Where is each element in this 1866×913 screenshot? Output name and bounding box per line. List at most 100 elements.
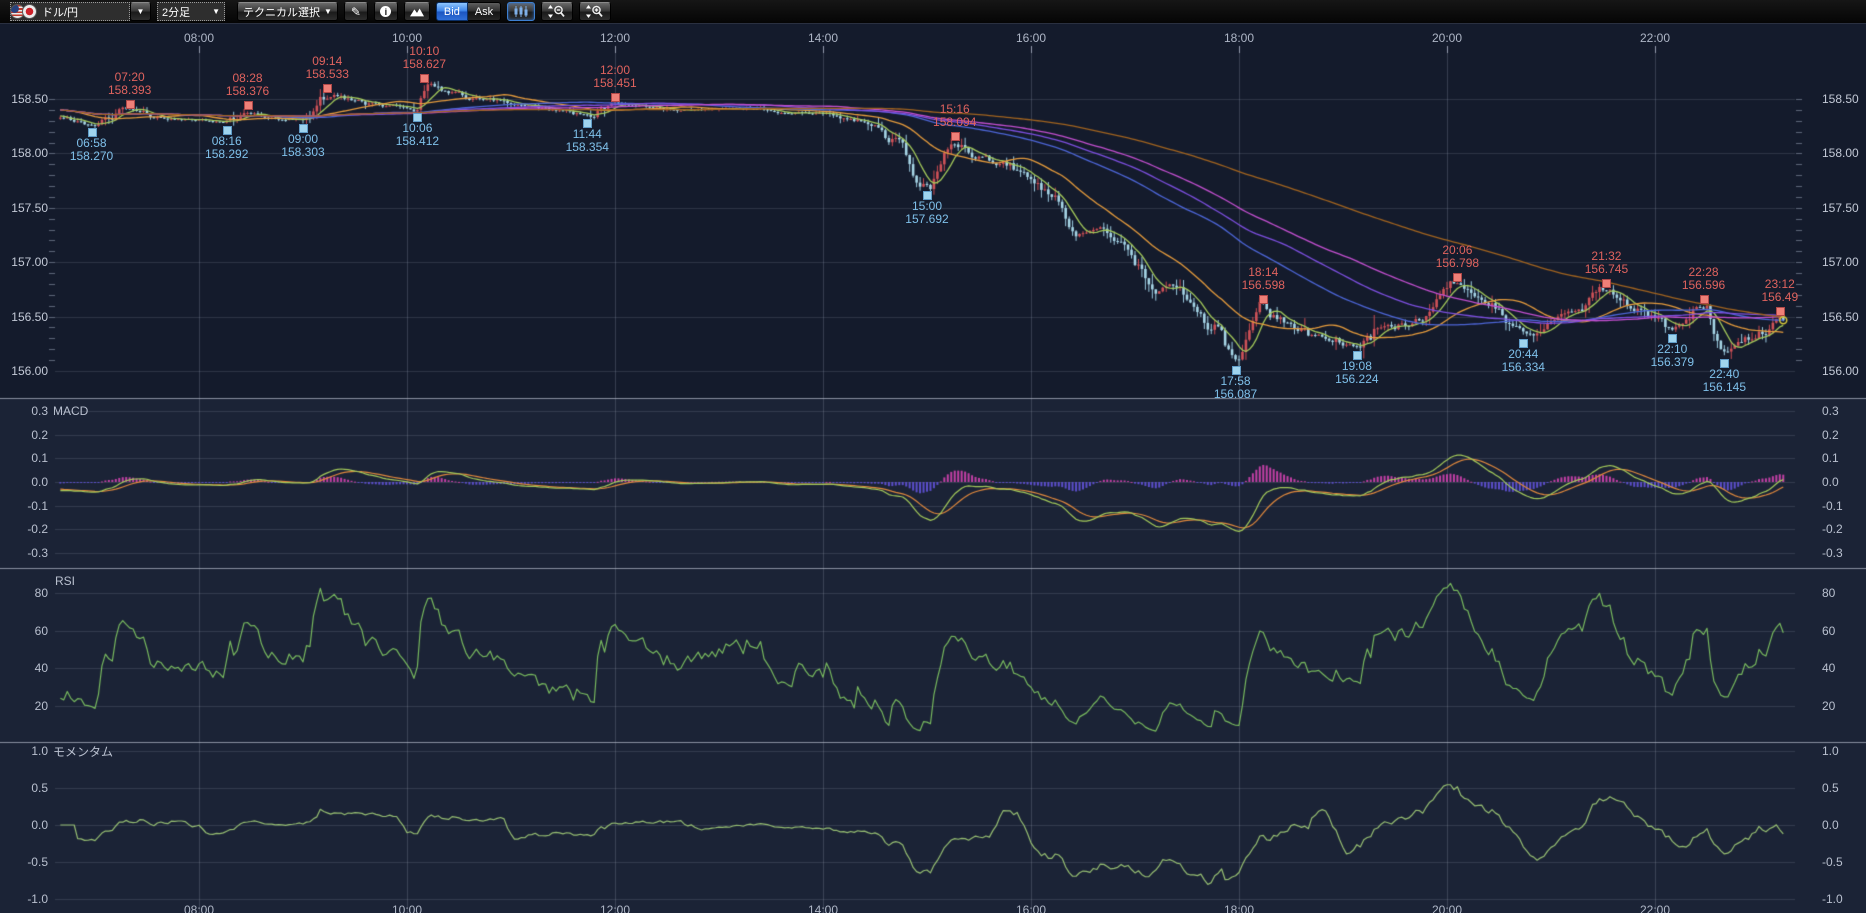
annotation-price: 156.745 <box>1585 263 1628 276</box>
swing-high-marker <box>126 100 135 109</box>
swing-high-annotation: 10:10158.627 <box>403 45 446 71</box>
macd-tick-label-right: 0.1 <box>1822 452 1839 465</box>
swing-low-annotation: 09:00158.303 <box>281 133 324 159</box>
macd-tick-label-left: 0.0 <box>0 476 48 489</box>
price-axis-label-right: 157.00 <box>1822 256 1859 269</box>
macd-tick-label-left: 0.1 <box>0 452 48 465</box>
annotation-price: 158.393 <box>108 84 151 97</box>
chart-canvas[interactable] <box>0 0 1866 913</box>
info-icon: i <box>380 6 391 17</box>
momentum-tick-label-left: -1.0 <box>0 893 48 906</box>
zoom-out-icon <box>548 5 566 18</box>
time-axis-label-bottom: 12:00 <box>600 904 630 913</box>
annotation-price: 158.270 <box>70 150 113 163</box>
time-axis-label-top: 10:00 <box>392 32 422 45</box>
time-axis-label-top: 18:00 <box>1224 32 1254 45</box>
macd-tick-label-left: -0.3 <box>0 547 48 560</box>
swing-high-annotation: 12:00158.451 <box>593 64 636 90</box>
draw-button[interactable]: ✎ <box>344 2 368 21</box>
zoom-in-icon <box>586 5 604 18</box>
swing-high-marker <box>1602 279 1611 288</box>
momentum-tick-label-right: 1.0 <box>1822 745 1839 758</box>
annotation-price: 156.145 <box>1703 381 1746 394</box>
time-axis-label-top: 08:00 <box>184 32 214 45</box>
annotation-price: 158.354 <box>566 141 609 154</box>
price-axis-label-left: 157.00 <box>0 256 48 269</box>
annotation-price: 156.596 <box>1682 279 1725 292</box>
macd-tick-label-left: -0.1 <box>0 500 48 513</box>
annotation-price: 158.412 <box>396 135 439 148</box>
momentum-panel-title: モメンタム <box>53 746 113 759</box>
price-axis-label-left: 158.50 <box>0 93 48 106</box>
zoom-in-button[interactable] <box>579 2 611 21</box>
swing-high-marker <box>1700 295 1709 304</box>
momentum-tick-label-left: 0.0 <box>0 819 48 832</box>
toolbar: ドル/円 ▼ 2分足 ▼ テクニカル選択 ▼ ✎ i Bid Ask <box>0 0 1866 24</box>
swing-low-annotation: 22:40156.145 <box>1703 368 1746 394</box>
swing-high-annotation: 18:14156.598 <box>1242 266 1285 292</box>
bid-button[interactable]: Bid <box>436 2 468 21</box>
macd-tick-label-right: 0.3 <box>1822 405 1839 418</box>
swing-high-marker <box>1453 273 1462 282</box>
momentum-tick-label-right: -0.5 <box>1822 856 1843 869</box>
timeframe-selector[interactable]: 2分足 ▼ <box>157 2 225 21</box>
chevron-down-icon: ▼ <box>324 7 332 16</box>
rsi-tick-label-left: 60 <box>0 625 48 638</box>
price-axis-label-right: 156.00 <box>1822 365 1859 378</box>
rsi-tick-label-right: 40 <box>1822 662 1835 675</box>
annotation-price: 156.798 <box>1436 257 1479 270</box>
macd-tick-label-right: -0.3 <box>1822 547 1843 560</box>
rsi-tick-label-right: 80 <box>1822 587 1835 600</box>
annotation-price: 157.692 <box>905 213 948 226</box>
swing-low-annotation: 22:10156.379 <box>1651 343 1694 369</box>
swing-high-marker <box>420 74 429 83</box>
price-axis-label-right: 158.50 <box>1822 93 1859 106</box>
swing-low-annotation: 17:58156.087 <box>1214 375 1257 401</box>
annotation-price: 158.627 <box>403 58 446 71</box>
macd-tick-label-left: -0.2 <box>0 523 48 536</box>
annotation-price: 158.451 <box>593 77 636 90</box>
ask-label: Ask <box>475 6 493 18</box>
swing-high-marker <box>1259 295 1268 304</box>
swing-low-annotation: 20:44156.334 <box>1502 348 1545 374</box>
chevron-down-icon: ▼ <box>212 7 220 16</box>
swing-high-annotation: 09:14158.533 <box>306 55 349 81</box>
momentum-tick-label-right: 0.5 <box>1822 782 1839 795</box>
annotation-price: 158.303 <box>281 146 324 159</box>
time-axis-label-top: 12:00 <box>600 32 630 45</box>
swing-high-annotation: 22:28156.596 <box>1682 266 1725 292</box>
candlestick-mode-button[interactable] <box>507 2 535 21</box>
currency-pair-selector[interactable]: ドル/円 <box>10 2 130 21</box>
rsi-tick-label-left: 20 <box>0 700 48 713</box>
macd-tick-label-right: 0.2 <box>1822 429 1839 442</box>
time-axis-label-bottom: 20:00 <box>1432 904 1462 913</box>
swing-low-annotation: 08:16158.292 <box>205 135 248 161</box>
time-axis-label-top: 16:00 <box>1016 32 1046 45</box>
time-axis-label-bottom: 16:00 <box>1016 904 1046 913</box>
zoom-out-button[interactable] <box>541 2 573 21</box>
price-axis-label-left: 158.00 <box>0 147 48 160</box>
time-axis-label-bottom: 14:00 <box>808 904 838 913</box>
swing-low-annotation: 10:06158.412 <box>396 122 439 148</box>
annotation-price: 156.334 <box>1502 361 1545 374</box>
time-axis-label-top: 20:00 <box>1432 32 1462 45</box>
swing-low-annotation: 06:58158.270 <box>70 137 113 163</box>
price-axis-label-left: 157.50 <box>0 202 48 215</box>
currency-pair-dropdown-button[interactable]: ▼ <box>130 2 151 21</box>
rsi-panel-title: RSI <box>55 575 75 588</box>
momentum-tick-label-right: -1.0 <box>1822 893 1843 906</box>
bid-ask-toggle: Bid Ask <box>436 2 501 21</box>
annotation-price: 158.376 <box>226 85 269 98</box>
ask-button[interactable]: Ask <box>468 2 501 21</box>
rsi-tick-label-left: 40 <box>0 662 48 675</box>
annotation-price: 156.598 <box>1242 279 1285 292</box>
momentum-tick-label-left: -0.5 <box>0 856 48 869</box>
price-axis-label-right: 157.50 <box>1822 202 1859 215</box>
jp-flag-icon <box>22 4 37 19</box>
rsi-tick-label-left: 80 <box>0 587 48 600</box>
technical-select-button[interactable]: テクニカル選択 ▼ <box>237 2 338 21</box>
macd-tick-label-right: -0.1 <box>1822 500 1843 513</box>
swing-high-marker <box>1776 307 1785 316</box>
area-chart-button[interactable] <box>404 2 430 21</box>
info-button[interactable]: i <box>374 2 398 21</box>
